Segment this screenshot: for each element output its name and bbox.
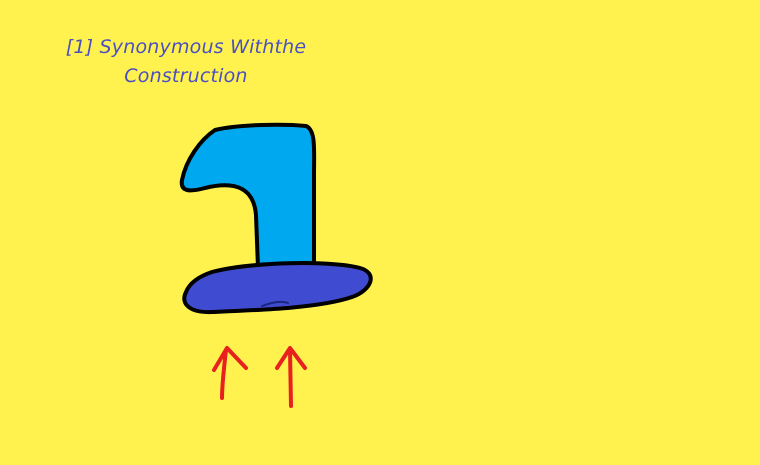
hat-brim <box>182 261 373 315</box>
wizard-hat-icon <box>179 122 373 315</box>
arrow-right-shaft <box>288 348 293 408</box>
drawing <box>179 122 373 408</box>
arrow-up-icon <box>212 346 248 400</box>
arrow-up-icon <box>275 346 307 408</box>
canvas: { "caption": { "line1": "[1] Synonymous … <box>0 0 760 465</box>
hat-crown <box>179 122 317 270</box>
arrow-left-head <box>212 346 248 372</box>
